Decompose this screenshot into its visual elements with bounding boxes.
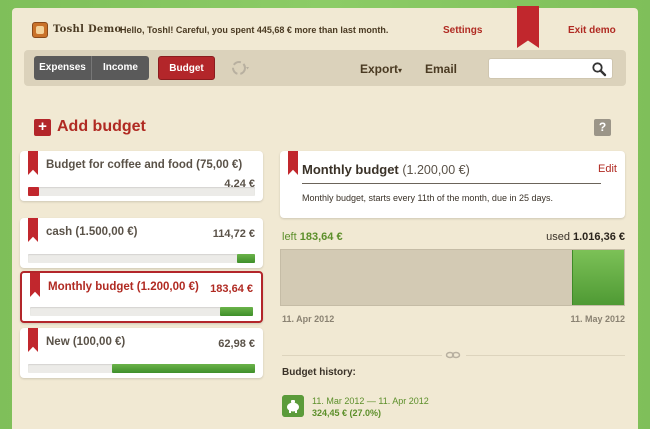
expenses-tab[interactable]: Expenses [34, 56, 92, 80]
app-window: Toshl Demo Hello, Toshl! Careful, you sp… [12, 6, 638, 429]
greeting-message: Hello, Toshl! Careful, you spent 445,68 … [120, 25, 389, 35]
budget-progress-fill [28, 187, 40, 196]
budget-name: cash (1.500,00 €) [46, 226, 138, 238]
type-switch: Expenses Income [34, 56, 149, 80]
divider [302, 183, 601, 184]
budget-progress-bar [28, 364, 255, 373]
budget-detail-panel: Monthly budget (1.200,00 €) Edit Monthly… [280, 151, 625, 218]
detail-title-name: Monthly budget [302, 162, 399, 177]
search-input[interactable] [493, 61, 588, 76]
toshl-logo-icon[interactable] [32, 22, 48, 38]
income-tab[interactable]: Income [92, 56, 149, 80]
exit-demo-link[interactable]: Exit demo [568, 25, 616, 36]
nav-bar: Expenses Income Budget Export▾ Email [24, 50, 626, 86]
budget-progress-bar [28, 254, 255, 263]
add-budget-icon[interactable]: + [34, 119, 51, 136]
link-icon [445, 351, 461, 359]
budget-progress-fill [219, 307, 253, 316]
budget-card-monthly[interactable]: Monthly budget (1.200,00 €) 183,64 € [20, 271, 263, 323]
budget-card-cash[interactable]: cash (1.500,00 €) 114,72 € [20, 218, 263, 268]
ribbon-icon [30, 273, 40, 297]
detail-description: Monthly budget, starts every 11th of the… [302, 193, 553, 203]
add-budget-button[interactable]: Add budget [57, 118, 146, 136]
used-amount-label: used 1.016,36 € [546, 231, 625, 243]
top-bar: Toshl Demo Hello, Toshl! Careful, you sp… [12, 6, 638, 50]
divider [282, 355, 442, 356]
budget-name: Budget for coffee and food (75,00 €) [46, 159, 243, 171]
budget-card-coffee[interactable]: Budget for coffee and food (75,00 €) 4,2… [20, 151, 263, 201]
period-start-date: 11. Apr 2012 [282, 314, 335, 324]
budget-amount: 183,64 € [210, 283, 253, 295]
export-label: Export [360, 62, 399, 76]
divider [466, 355, 625, 356]
detail-title-limit: (1.200,00 €) [402, 163, 470, 177]
sync-icon[interactable] [230, 58, 250, 78]
left-label-text: left [282, 231, 297, 243]
left-amount: 183,64 € [299, 231, 343, 243]
chevron-down-icon: ▾ [398, 66, 403, 75]
email-link[interactable]: Email [425, 62, 457, 76]
period-end-date: 11. May 2012 [570, 314, 625, 324]
ribbon-bookmark-icon [517, 6, 539, 48]
budget-usage-fill [571, 250, 624, 305]
budget-card-new[interactable]: New (100,00 €) 62,98 € [20, 328, 263, 378]
history-amount: 324,45 € (27.0%) [312, 408, 382, 418]
ribbon-icon [288, 151, 298, 175]
used-label-text: used [546, 231, 570, 243]
budget-progress-fill [112, 364, 255, 373]
budget-history-title: Budget history: [282, 367, 356, 378]
ribbon-icon [28, 218, 38, 242]
history-range[interactable]: 11. Mar 2012 — 11. Apr 2012 [312, 396, 429, 406]
used-amount: 1.016,36 € [573, 231, 625, 243]
export-menu[interactable]: Export▾ [360, 62, 402, 76]
ribbon-icon [28, 151, 38, 175]
search-icon[interactable] [591, 61, 607, 77]
budget-amount: 62,98 € [218, 338, 255, 350]
search-box [488, 58, 613, 79]
logo-text[interactable]: Toshl Demo [53, 24, 121, 35]
left-amount-label: left 183,64 € [282, 231, 343, 243]
help-icon[interactable]: ? [594, 119, 611, 136]
budget-tab[interactable]: Budget [158, 56, 215, 80]
piggy-bank-icon [282, 395, 304, 417]
ribbon-icon [28, 328, 38, 352]
detail-title: Monthly budget (1.200,00 €) [302, 162, 470, 177]
budget-name: Monthly budget (1.200,00 €) [48, 281, 199, 293]
settings-link[interactable]: Settings [443, 25, 482, 36]
budget-name: New (100,00 €) [46, 336, 126, 348]
budget-amount: 114,72 € [212, 228, 255, 240]
budget-progress-fill [236, 254, 255, 263]
budget-progress-bar [28, 187, 255, 196]
budget-progress-bar [30, 307, 253, 316]
edit-link[interactable]: Edit [598, 163, 617, 175]
budget-usage-bar [280, 249, 625, 306]
